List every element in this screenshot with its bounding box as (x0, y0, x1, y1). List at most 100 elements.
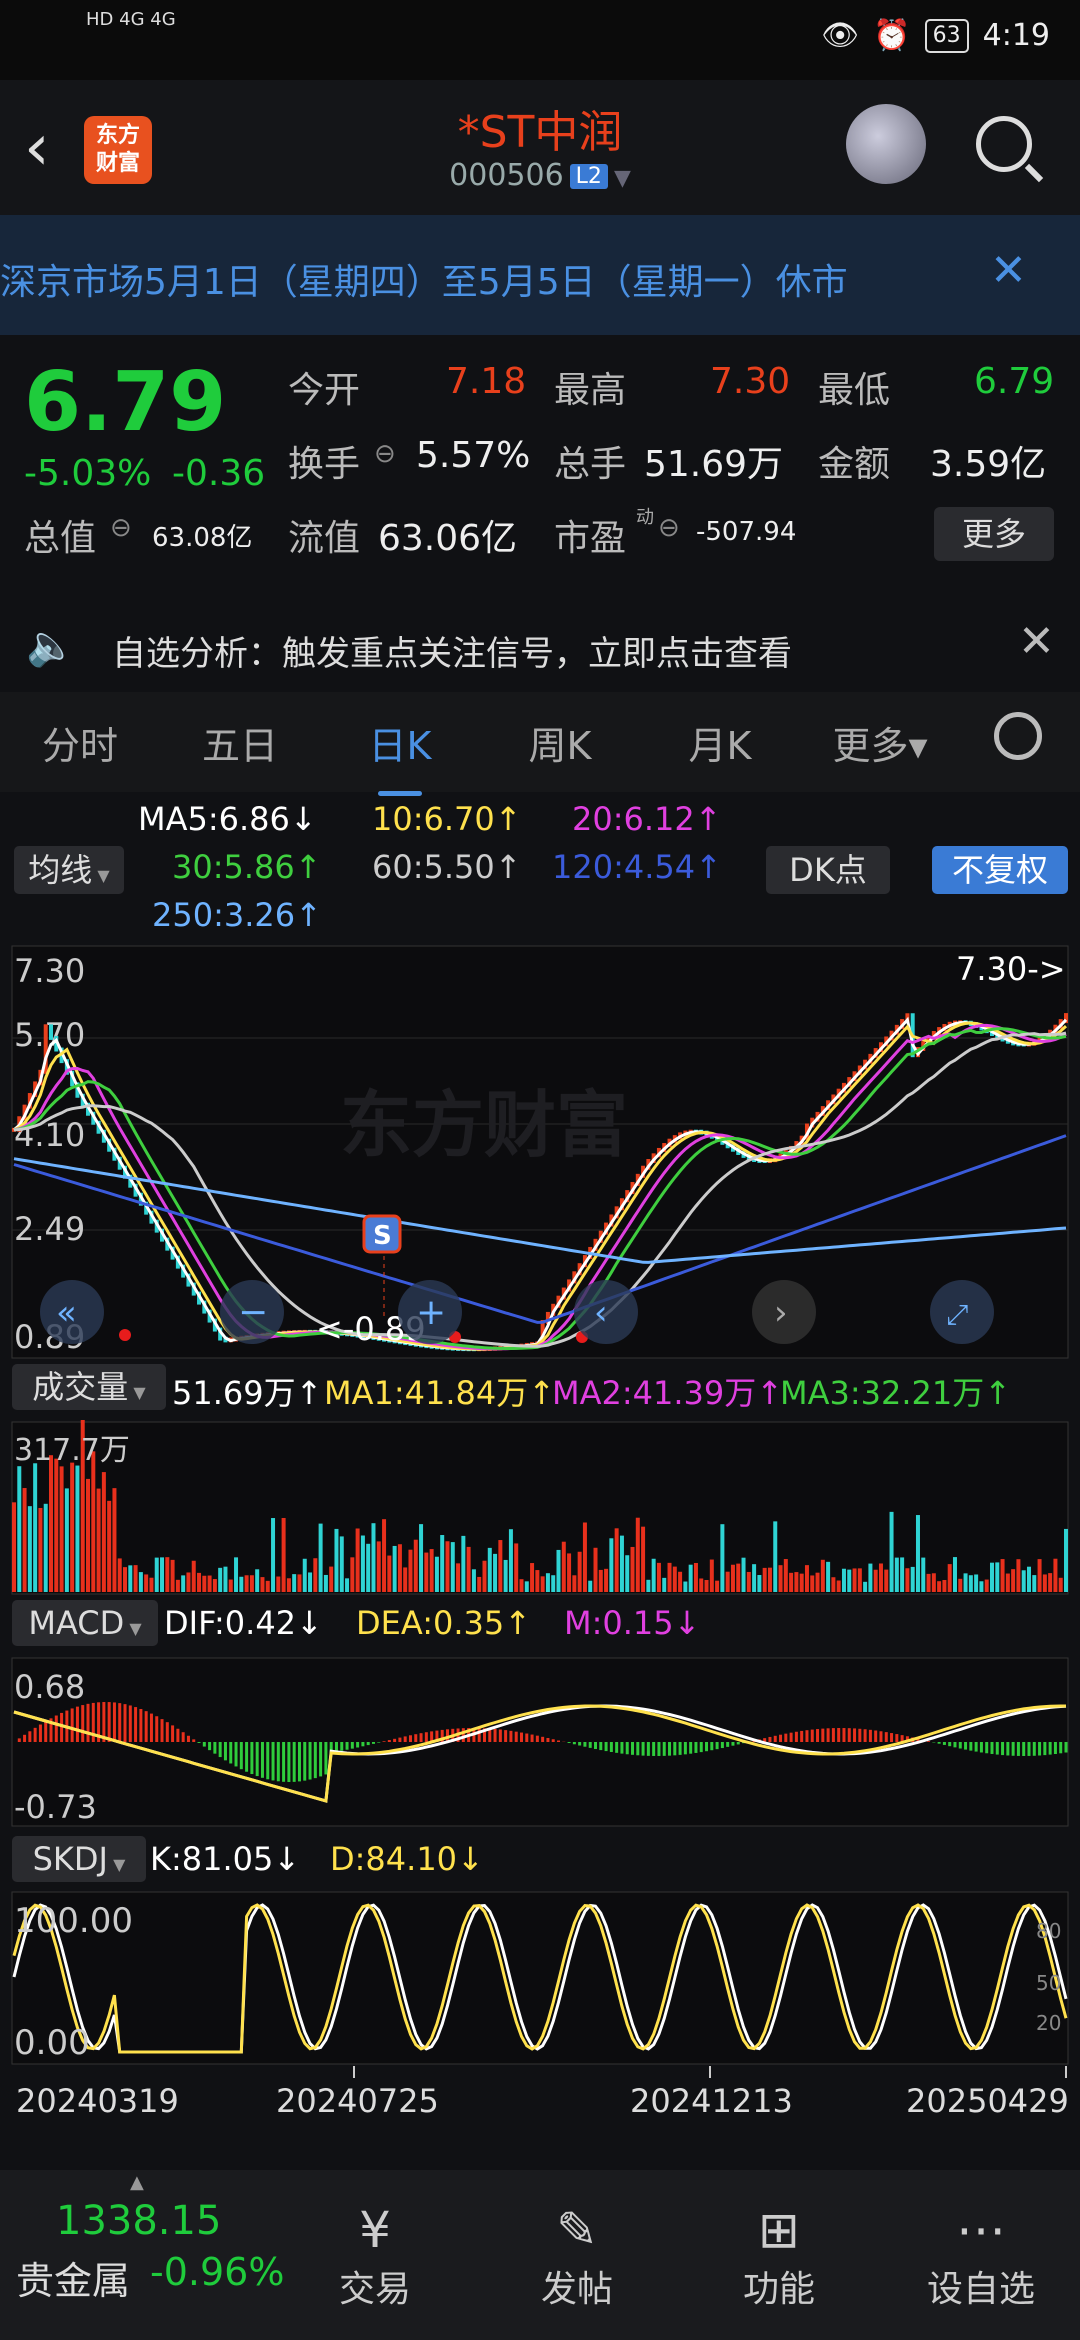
search-icon[interactable] (976, 116, 1032, 172)
analysis-tip-bar[interactable]: 🔈 自选分析：触发重点关注信号，立即点击查看 ✕ (0, 600, 1080, 690)
volume-bar (123, 1567, 127, 1592)
chevron-down-icon: ▼ (614, 166, 631, 191)
tab-daily-k[interactable]: 日K (320, 715, 480, 770)
dk-point-button[interactable]: DK点 (766, 846, 890, 894)
high-marker: 7.30-> (956, 950, 1066, 988)
macd-bar (568, 1742, 571, 1743)
close-icon[interactable]: ✕ (1018, 616, 1055, 667)
macd-bar (774, 1736, 777, 1742)
macd-bar (39, 1725, 42, 1742)
volume-bar (810, 1575, 814, 1592)
volume-bar (75, 1466, 79, 1592)
volume-bar (414, 1540, 418, 1592)
volume-bar (964, 1573, 968, 1592)
ma30-legend: 30:5.86↑ (172, 848, 322, 886)
macd-bar (795, 1732, 798, 1742)
macd-bar (610, 1742, 613, 1752)
market-notice-banner[interactable]: 深京市场5月1日（星期四）至5月5日（星期一）休市 ✕ (0, 215, 1080, 335)
volume-bar (800, 1574, 804, 1592)
info-icon[interactable]: ⊖ (110, 513, 132, 543)
nav-trade-label: 交易 (310, 2260, 440, 2312)
macd-bar (800, 1731, 803, 1742)
nav-add-watchlist[interactable]: ⋯ 设自选 (916, 2200, 1046, 2312)
volume-bar (937, 1581, 941, 1592)
macd-toggle[interactable]: MACD ▼ (12, 1600, 158, 1646)
volume-bar (863, 1582, 867, 1592)
macd-bar (76, 1707, 79, 1742)
volume-bar (816, 1573, 820, 1592)
macd-bar (314, 1742, 317, 1778)
float-value: 63.06亿 (378, 509, 517, 561)
volume-bar (620, 1536, 624, 1592)
macd-chart[interactable]: 0.68 -0.73 (0, 1656, 1080, 1828)
volume-value: 51.69万↑ (172, 1368, 322, 1414)
more-button[interactable]: 更多 (934, 507, 1054, 561)
macd-bar (615, 1742, 618, 1753)
nav-functions[interactable]: ⊞ 功能 (714, 2200, 844, 2312)
info-icon[interactable]: ⊖ (658, 513, 680, 543)
volume-bar (430, 1549, 434, 1592)
volume-bar (789, 1573, 793, 1592)
index-ticker[interactable]: ▲ 1338.15 贵金属 -0.96% (0, 2170, 270, 2340)
volume-bar (837, 1580, 841, 1592)
macd-bar (404, 1736, 407, 1742)
minus-glyph: − (238, 1292, 268, 1333)
nav-add-watchlist-label: 设自选 (916, 2260, 1046, 2312)
macd-bar (1006, 1742, 1009, 1755)
macd-m: M:0.15↓ (564, 1604, 700, 1642)
info-icon[interactable]: ⊖ (374, 439, 396, 469)
macd-bar (60, 1713, 63, 1742)
ma-toggle-button[interactable]: 均线 ▼ (14, 846, 124, 894)
macd-bar (113, 1702, 116, 1742)
skdj-d: D:84.10↓ (330, 1840, 484, 1878)
volume-bar (768, 1568, 772, 1592)
volume-bar (186, 1572, 190, 1592)
volume-label: 总手 (554, 435, 626, 487)
volume-chart[interactable]: 317.7万 (0, 1420, 1080, 1596)
nav-post[interactable]: ✎ 发帖 (512, 2200, 642, 2312)
assistant-robot-avatar[interactable] (846, 104, 926, 184)
tab-more[interactable]: 更多▾ (800, 715, 960, 770)
chevron-down-icon: ▼ (92, 866, 109, 885)
volume-bar (44, 1504, 48, 1592)
high-value: 7.30 (710, 361, 790, 402)
nav-trade[interactable]: ¥ 交易 (310, 2200, 440, 2312)
volume-toggle[interactable]: 成交量 ▼ (12, 1364, 166, 1410)
volume-bar (65, 1488, 69, 1592)
volume-bar (445, 1541, 449, 1592)
macd-bar (964, 1742, 967, 1750)
skdj-chart[interactable]: 100.00 0.00 80 50 20 (0, 1890, 1080, 2066)
skdj-toggle[interactable]: SKDJ ▼ (12, 1836, 146, 1882)
volume-bar (1038, 1559, 1042, 1592)
adjust-mode-button[interactable]: 不复权 (932, 846, 1068, 894)
macd-bar (700, 1742, 703, 1752)
open-value: 7.18 (446, 361, 526, 402)
gear-icon[interactable] (994, 712, 1042, 760)
kline-chart[interactable]: 东方财富 7.30 5.70 4.10 2.49 0.89 7.30-> <-0… (0, 940, 1080, 1360)
macd-bar (864, 1729, 867, 1742)
tab-weekly-k[interactable]: 周K (480, 715, 640, 770)
macd-bar (975, 1742, 978, 1752)
macd-bar (631, 1742, 634, 1755)
volume-bar (826, 1562, 830, 1592)
mcap-label: 总值 (24, 509, 96, 561)
status-right: 👁 ⏰ 63 4:19 (821, 18, 1050, 53)
close-icon[interactable]: ✕ (990, 245, 1027, 296)
tab-intraday[interactable]: 分时 (0, 715, 160, 770)
stock-header: ‹ 东方 财富 *ST中润 000506 L2 ▼ (0, 80, 1080, 215)
tab-monthly-k[interactable]: 月K (640, 715, 800, 770)
tab-five-day[interactable]: 五日 (160, 715, 320, 770)
volume-bar (356, 1528, 360, 1592)
macd-bar (1038, 1742, 1041, 1755)
float-label: 流值 (288, 509, 360, 561)
macd-bar (784, 1734, 787, 1742)
macd-bar (287, 1742, 290, 1782)
macd-bar (710, 1742, 713, 1750)
status-bar: HD 4G 4G 👁 ⏰ 63 4:19 (0, 0, 1080, 80)
volume-bar (461, 1536, 465, 1592)
macd-bar (1054, 1742, 1057, 1754)
chevron-up-icon: ▲ (130, 2172, 144, 2193)
volume-bar (932, 1573, 936, 1592)
volume-bar (985, 1580, 989, 1592)
macd-bar (55, 1716, 58, 1742)
